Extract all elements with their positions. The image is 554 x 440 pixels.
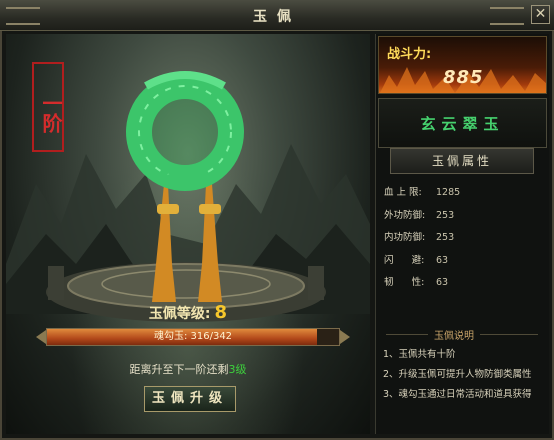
jade-name: 玄云翠玉 — [420, 115, 505, 133]
left-pillar — [48, 266, 64, 300]
left-tassel-knot — [157, 204, 179, 214]
title-bar[interactable]: 玉佩 ✕ — [0, 0, 554, 31]
remain-value: 3级 — [228, 363, 247, 376]
attribute-row: 外功防御: 253 — [384, 207, 460, 230]
remain-prefix: 距离升至下一阶还剩 — [129, 363, 229, 376]
description-item: 1、玉佩共有十阶 — [383, 349, 456, 360]
attribute-key: 外功防御: — [384, 209, 426, 221]
right-ornament-icon — [490, 7, 524, 25]
combat-power-box: 战斗力: 885 — [378, 36, 547, 94]
attribute-value: 253 — [436, 232, 455, 243]
side-panel: 战斗力: 885 玄云翠玉 玉佩属性 血 上 限: 1285 外功防御: 253 内… — [375, 34, 549, 434]
attribute-key: 血 上 限: — [384, 187, 422, 198]
window-title: 玉佩 — [253, 9, 301, 25]
soul-jade-progress-bar: 魂勾玉: 316/342 — [46, 328, 340, 346]
attributes-list: 血 上 限: 1285 外功防御: 253 内功防御: 253 闪 避: 63 韧 性:… — [384, 184, 460, 297]
close-button[interactable]: ✕ — [531, 5, 550, 24]
jade-name-box: 玄云翠玉 — [378, 98, 547, 148]
description-item: 2、升级玉佩可提升人物防御类属性 — [383, 369, 532, 380]
attributes-header: 玉佩属性 — [390, 148, 534, 174]
description-list: 1、玉佩共有十阶 2、升级玉佩可提升人物防御类属性 3、魂勾玉通过日常活动和道具… — [383, 346, 532, 406]
jade-display-scene: 一阶 玉佩等级: 8 魂勾玉: 316/342 距离升至下一阶还剩3级 玉佩升级 — [6, 34, 370, 434]
attribute-row: 内功防御: 253 — [384, 229, 460, 252]
attribute-value: 63 — [436, 277, 449, 288]
jade-bottom-clasp — [166, 174, 204, 188]
level-value: 8 — [214, 302, 228, 323]
attribute-value: 1285 — [436, 187, 461, 198]
combat-power-label: 战斗力: — [387, 47, 432, 62]
jade-level-row: 玉佩等级: 8 — [6, 302, 370, 323]
right-pillar — [308, 266, 324, 300]
attribute-value: 63 — [436, 254, 449, 266]
next-tier-remaining: 距离升至下一阶还剩3级 — [6, 361, 370, 377]
progress-left-cap — [36, 330, 46, 344]
description-item: 3、魂勾玉通过日常活动和道具获得 — [383, 389, 532, 400]
combat-power-value: 885 — [443, 67, 484, 88]
progress-text: 魂勾玉: 316/342 — [153, 331, 233, 342]
attribute-key: 韧 性: — [384, 277, 425, 288]
right-tassel-knot — [199, 204, 221, 214]
description-title: 玉佩说明 — [428, 327, 480, 342]
attribute-row: 闪 避: 63 — [384, 252, 460, 275]
attribute-row: 韧 性: 63 — [384, 274, 460, 297]
attribute-value: 253 — [436, 209, 455, 221]
attribute-row: 血 上 限: 1285 — [384, 184, 460, 207]
attribute-key: 闪 避: — [384, 254, 425, 266]
level-label: 玉佩等级: — [148, 306, 211, 322]
upgrade-jade-button[interactable]: 玉佩升级 — [144, 386, 236, 412]
progress-right-cap — [340, 330, 350, 344]
attribute-key: 内功防御: — [384, 232, 426, 243]
tier-badge: 一阶 — [32, 62, 64, 152]
